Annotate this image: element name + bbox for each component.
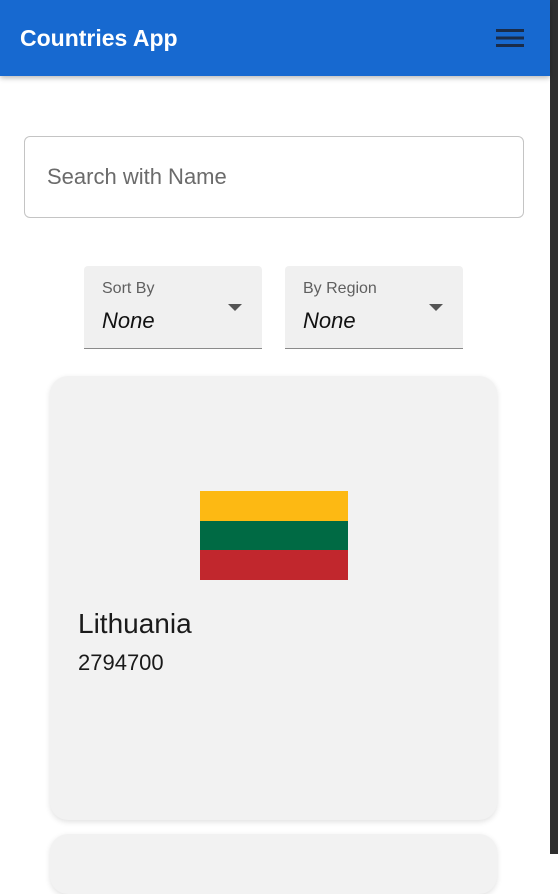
region-select[interactable]: By Region None	[285, 266, 463, 349]
search-input[interactable]	[45, 163, 503, 191]
country-card[interactable]: Lithuania 2794700	[50, 376, 497, 820]
country-card-next[interactable]	[50, 834, 497, 894]
sort-by-value: None	[102, 308, 155, 333]
window-edge	[550, 0, 558, 854]
dropdown-arrow-icon	[429, 304, 443, 311]
country-population: 2794700	[78, 650, 164, 675]
menu-button[interactable]	[490, 18, 530, 58]
flag-stripe	[200, 491, 348, 521]
country-flag	[200, 491, 348, 581]
app-bar: Countries App	[0, 0, 550, 76]
app-title: Countries App	[20, 24, 178, 51]
search-field[interactable]	[24, 136, 524, 218]
country-name: Lithuania	[78, 608, 192, 639]
region-label: By Region	[303, 280, 377, 297]
dropdown-arrow-icon	[228, 304, 242, 311]
flag-stripe	[200, 550, 348, 581]
region-value: None	[303, 308, 356, 333]
flag-stripe	[200, 520, 348, 551]
hamburger-menu-icon	[496, 29, 524, 47]
sort-by-select[interactable]: Sort By None	[84, 266, 262, 349]
sort-by-label: Sort By	[102, 280, 155, 297]
